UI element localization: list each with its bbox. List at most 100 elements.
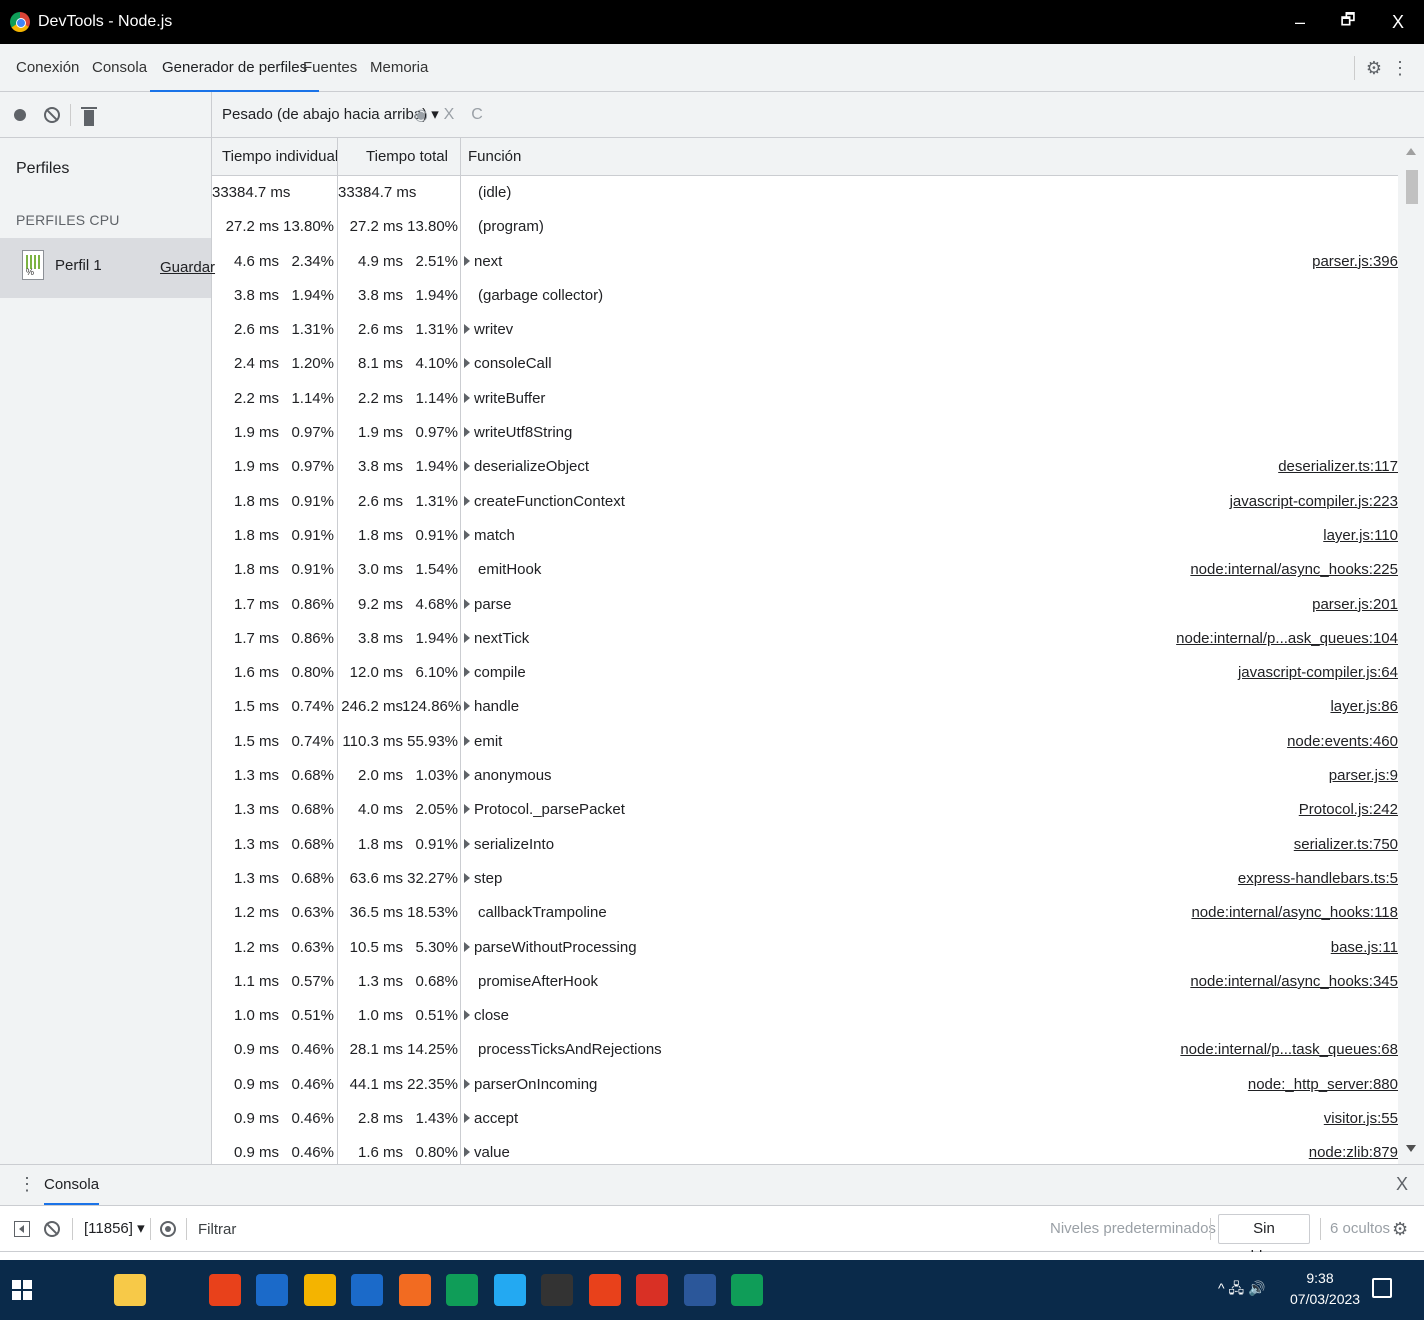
table-row[interactable]: 1.0 ms 0.51% 1.0 ms 0.51% close	[212, 999, 1398, 1033]
source-link[interactable]: layer.js:86	[898, 690, 1398, 724]
console-filter-input[interactable]	[192, 1214, 1042, 1244]
table-row[interactable]: 27.2 ms 13.80% 27.2 ms 13.80% (program)	[212, 210, 1398, 244]
expand-triangle-icon[interactable]	[464, 358, 470, 369]
source-link[interactable]: parser.js:396	[898, 245, 1398, 279]
expand-triangle-icon[interactable]	[464, 598, 470, 609]
expand-triangle-icon[interactable]	[464, 324, 470, 335]
table-row[interactable]: 1.1 ms 0.57% 1.3 ms 0.68% promiseAfterHook no…	[212, 965, 1398, 999]
tab-fuentes[interactable]: Fuentes	[303, 44, 357, 92]
table-row[interactable]: 1.6 ms 0.80% 12.0 ms 6.10% compile javascript…	[212, 656, 1398, 690]
table-row[interactable]: 1.3 ms 0.68% 63.6 ms 32.27% step express-hand…	[212, 862, 1398, 896]
trash-icon[interactable]	[81, 107, 97, 126]
source-link[interactable]: visitor.js:55	[898, 1102, 1398, 1136]
close-button[interactable]: X	[1378, 0, 1418, 44]
source-link[interactable]: Protocol.js:242	[898, 793, 1398, 827]
record-icon[interactable]	[14, 109, 26, 121]
expand-triangle-icon[interactable]	[464, 838, 470, 849]
taskbar-clock[interactable]: 9:38 07/03/2023	[1290, 1268, 1360, 1310]
table-row[interactable]: 1.2 ms 0.63% 10.5 ms 5.30% parseWithoutProce…	[212, 931, 1398, 965]
acrobat-icon[interactable]	[636, 1274, 668, 1306]
live-expression-eye-icon[interactable]	[160, 1221, 176, 1237]
task-view-icon[interactable]	[66, 1274, 98, 1306]
table-row[interactable]: 0.9 ms 0.46% 44.1 ms 22.35% parserOnIncoming…	[212, 1068, 1398, 1102]
source-link[interactable]: base.js:11	[898, 931, 1398, 965]
source-link[interactable]: node:zlib:879	[898, 1136, 1398, 1164]
source-link[interactable]: parser.js:201	[898, 588, 1398, 622]
app-icon[interactable]	[398, 1274, 431, 1306]
app-icon[interactable]	[208, 1274, 241, 1306]
profile-item[interactable]: Perfil 1 Guardar	[0, 238, 215, 298]
column-header-self[interactable]: Tiempo individual	[222, 138, 338, 176]
table-row[interactable]: 4.6 ms 2.34% 4.9 ms 2.51% next parser.js:396	[212, 245, 1398, 279]
terminal-icon[interactable]	[541, 1274, 573, 1306]
chrome-icon[interactable]	[303, 1274, 336, 1306]
file-explorer-icon[interactable]	[113, 1274, 146, 1306]
table-row[interactable]: 0.9 ms 0.46% 28.1 ms 14.25% processTicksAndR…	[212, 1033, 1398, 1067]
expand-triangle-icon[interactable]	[464, 667, 470, 678]
table-row[interactable]: 1.8 ms 0.91% 2.6 ms 1.31% createFunctionCont…	[212, 485, 1398, 519]
exclude-icon[interactable]: X	[438, 104, 460, 126]
tab-consola[interactable]: Consola	[92, 44, 147, 92]
source-link[interactable]	[898, 999, 1398, 1033]
source-link[interactable]: express-handlebars.ts:5	[898, 862, 1398, 896]
expand-triangle-icon[interactable]	[464, 941, 470, 952]
settings-gear-icon[interactable]: ⚙	[1362, 56, 1386, 80]
chrome-icon[interactable]	[446, 1274, 478, 1306]
source-link[interactable]	[898, 347, 1398, 381]
more-options-icon[interactable]: ⋮	[1388, 56, 1412, 80]
word-icon[interactable]	[683, 1274, 716, 1306]
expand-triangle-icon[interactable]	[464, 770, 470, 781]
column-header-total[interactable]: Tiempo total	[366, 138, 448, 176]
source-link[interactable]	[898, 313, 1398, 347]
app-icon[interactable]	[351, 1274, 383, 1306]
show-sidebar-icon[interactable]	[14, 1221, 30, 1237]
expand-triangle-icon[interactable]	[464, 1010, 470, 1021]
expand-triangle-icon[interactable]	[464, 495, 470, 506]
scrollbar-thumb[interactable]	[1406, 170, 1418, 204]
source-link[interactable]: node:internal/async_hooks:118	[898, 896, 1398, 930]
tab-memoria[interactable]: Memoria	[370, 44, 428, 92]
restore-button[interactable]: 🗗	[1328, 0, 1368, 44]
expand-triangle-icon[interactable]	[464, 255, 470, 266]
source-link[interactable]	[898, 382, 1398, 416]
windows-start-icon[interactable]	[12, 1280, 32, 1300]
column-header-function[interactable]: Función	[468, 138, 521, 176]
vscode-icon[interactable]	[493, 1274, 526, 1306]
expand-triangle-icon[interactable]	[464, 461, 470, 472]
app-icon[interactable]	[588, 1274, 621, 1306]
table-row[interactable]: 1.8 ms 0.91% 3.0 ms 1.54% emitHook node:inter…	[212, 553, 1398, 587]
table-row[interactable]: 1.7 ms 0.86% 9.2 ms 4.68% parse parser.js:201	[212, 588, 1398, 622]
source-link[interactable]: deserializer.ts:117	[898, 450, 1398, 484]
table-row[interactable]: 2.6 ms 1.31% 2.6 ms 1.31% writev	[212, 313, 1398, 347]
view-mode-select[interactable]: Pesado (de abajo hacia arriba) ▾	[222, 92, 439, 138]
expand-triangle-icon[interactable]	[464, 872, 470, 883]
issues-button[interactable]: Sin problemas	[1218, 1214, 1310, 1265]
table-row[interactable]: 2.2 ms 1.14% 2.2 ms 1.14% writeBuffer	[212, 382, 1398, 416]
grid-scrollbar[interactable]	[1398, 138, 1424, 1164]
expand-triangle-icon[interactable]	[464, 1147, 470, 1158]
table-row[interactable]: 33384.7 ms 33384.7 ms (idle)	[212, 176, 1398, 210]
table-row[interactable]: 1.5 ms 0.74% 110.3 ms 55.93% emit node:events…	[212, 725, 1398, 759]
app-icon[interactable]	[161, 1274, 193, 1306]
expand-triangle-icon[interactable]	[464, 1078, 470, 1089]
source-link[interactable]	[898, 279, 1398, 313]
source-link[interactable]: node:internal/async_hooks:345	[898, 965, 1398, 999]
save-profile-link[interactable]: Guardar	[160, 259, 215, 276]
table-row[interactable]: 2.4 ms 1.20% 8.1 ms 4.10% consoleCall	[212, 347, 1398, 381]
source-link[interactable]: node:events:460	[898, 725, 1398, 759]
table-row[interactable]: 3.8 ms 1.94% 3.8 ms 1.94% (garbage collector…	[212, 279, 1398, 313]
scroll-up-arrow-icon[interactable]	[1406, 148, 1416, 155]
table-row[interactable]: 1.5 ms 0.74% 246.2 ms 124.86% handle layer.js…	[212, 690, 1398, 724]
source-link[interactable]	[898, 210, 1398, 244]
context-select[interactable]: [11856] ▾	[84, 1206, 145, 1252]
expand-triangle-icon[interactable]	[464, 735, 470, 746]
table-row[interactable]: 1.3 ms 0.68% 4.0 ms 2.05% Protocol._parsePac…	[212, 793, 1398, 827]
app-icon[interactable]	[256, 1274, 288, 1306]
expand-triangle-icon[interactable]	[464, 427, 470, 438]
reload-icon[interactable]: C	[466, 104, 488, 126]
tab-generador-de-perfiles[interactable]: Generador de perfiles	[150, 44, 320, 92]
table-row[interactable]: 1.7 ms 0.86% 3.8 ms 1.94% nextTick node:inter…	[212, 622, 1398, 656]
table-row[interactable]: 1.3 ms 0.68% 2.0 ms 1.03% anonymous parser.js…	[212, 759, 1398, 793]
drawer-close-icon[interactable]: X	[1396, 1174, 1408, 1195]
table-row[interactable]: 1.2 ms 0.63% 36.5 ms 18.53% callbackTrampoli…	[212, 896, 1398, 930]
